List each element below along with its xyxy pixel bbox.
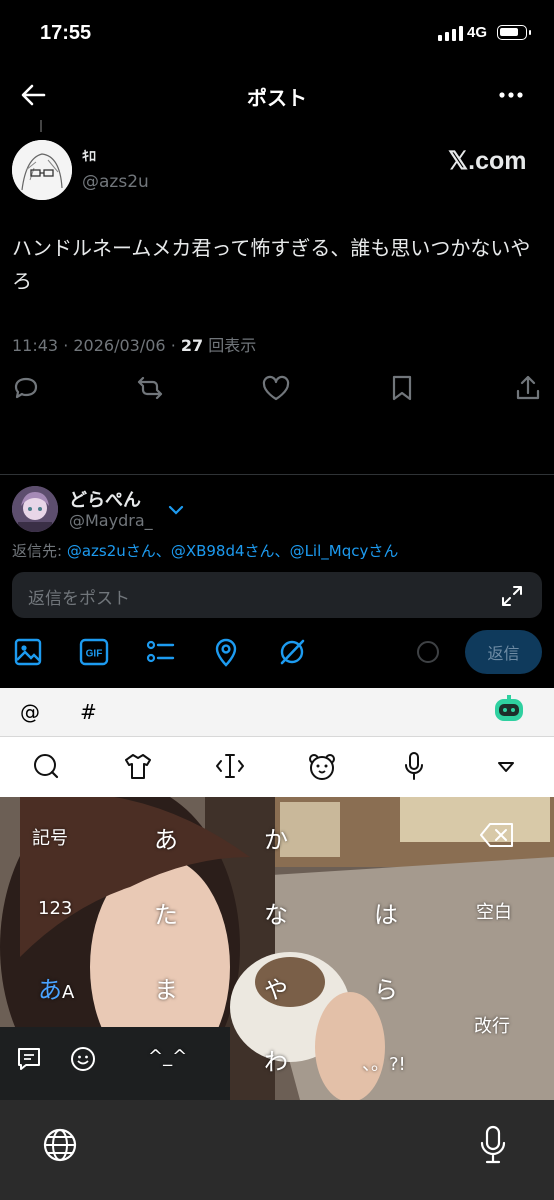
key-space[interactable]: 空白 <box>476 898 512 924</box>
key-at[interactable]: @ <box>20 700 40 724</box>
character-count-ring <box>417 641 439 663</box>
reply-user-name: どらぺん <box>69 490 141 511</box>
key-ha[interactable]: は <box>374 895 398 930</box>
like-icon[interactable] <box>260 372 292 404</box>
reply-to-line[interactable]: 返信先: @azs2uさん、@XB98d4さん、@Lil_Mqcyさん <box>12 540 398 561</box>
reply-icon[interactable] <box>10 372 42 404</box>
views-label: 回表示 <box>208 336 257 355</box>
key-a[interactable]: あ <box>154 820 178 855</box>
post-text: ハンドルネームメカ君って怖すぎる、誰も思いつかないやろ <box>12 236 531 293</box>
robot-icon[interactable] <box>492 695 526 725</box>
svg-text:GIF: GIF <box>86 649 103 660</box>
bookmark-icon[interactable] <box>386 372 418 404</box>
reply-to-suffix: さん <box>125 542 156 560</box>
meta-separator: · <box>170 336 181 355</box>
key-hash[interactable]: # <box>80 700 97 724</box>
key-enter[interactable]: 改行 <box>474 1012 510 1038</box>
battery-icon <box>497 25 527 40</box>
microphone-icon[interactable] <box>398 750 430 782</box>
key-ya[interactable]: や <box>264 970 288 1005</box>
page-title: ポスト <box>247 86 307 110</box>
reply-input[interactable]: 返信をポスト <box>28 584 130 609</box>
post-date: 2026/03/06 <box>73 336 166 355</box>
post-meta: 11:43 · 2026/03/06 · 27 回表示 <box>12 332 256 356</box>
thread-line <box>40 120 42 132</box>
backspace-icon[interactable] <box>480 822 514 848</box>
signal-icon <box>438 26 463 41</box>
reply-avatar[interactable] <box>12 486 58 532</box>
poll-icon[interactable] <box>144 636 176 668</box>
key-input-mode[interactable]: あA <box>38 970 74 1005</box>
battery-tip <box>529 30 531 35</box>
reply-to-suffix: さん <box>244 542 275 560</box>
mode-alpha: A <box>62 982 75 1003</box>
emoji-icon[interactable] <box>70 1046 96 1072</box>
brand-watermark: 𝕏.com <box>448 147 527 175</box>
image-icon[interactable] <box>12 636 44 668</box>
keyboard-bottom-bar <box>0 1100 554 1200</box>
key-na[interactable]: な <box>264 895 288 930</box>
chat-search-icon[interactable] <box>30 750 62 782</box>
key-ma[interactable]: ま <box>154 970 178 1005</box>
share-icon[interactable] <box>512 372 544 404</box>
author-name[interactable]: ｷﾛ <box>82 146 96 166</box>
reply-to-user[interactable]: @Lil_Mqcy <box>290 542 369 560</box>
location-icon[interactable] <box>210 636 242 668</box>
cursor-move-icon[interactable] <box>214 750 246 782</box>
grok-icon[interactable] <box>276 636 308 668</box>
author-handle[interactable]: @azs2u <box>82 172 149 192</box>
reply-to-user[interactable]: @azs2u <box>67 542 126 560</box>
key-symbols[interactable]: 記号 <box>32 824 68 850</box>
repost-icon[interactable] <box>134 372 166 404</box>
more-options-icon[interactable] <box>496 80 526 110</box>
post-time: 11:43 <box>12 336 59 355</box>
key-wa[interactable]: わ <box>264 1042 288 1077</box>
gif-icon[interactable]: GIF <box>78 636 110 668</box>
reply-to-label: 返信先: <box>12 542 63 560</box>
meta-separator: · <box>63 336 74 355</box>
network-label: 4G <box>467 24 488 41</box>
shirt-icon[interactable] <box>122 750 154 782</box>
reply-to-separator: 、 <box>274 542 290 560</box>
reply-to-separator: 、 <box>155 542 171 560</box>
author-avatar[interactable] <box>12 140 72 200</box>
key-numbers[interactable]: 123 <box>38 898 72 919</box>
reply-to-user[interactable]: @XB98d4 <box>171 542 245 560</box>
message-icon[interactable] <box>16 1046 42 1072</box>
expand-icon[interactable] <box>500 584 524 608</box>
reply-button[interactable]: 返信 <box>465 630 542 674</box>
divider <box>0 474 554 475</box>
dictation-microphone-icon[interactable] <box>478 1125 508 1165</box>
reply-to-suffix: さん <box>368 542 399 560</box>
key-ra[interactable]: ら <box>374 970 398 1005</box>
bear-sticker-icon[interactable] <box>306 750 338 782</box>
keyboard-toolbar <box>0 737 554 797</box>
key-ka[interactable]: か <box>264 820 288 855</box>
reply-user-handle: @Maydra_ <box>69 511 153 530</box>
mode-hiragana: あ <box>38 976 62 1004</box>
key-kaomoji[interactable]: ^_^ <box>148 1046 187 1067</box>
views-count[interactable]: 27 <box>181 336 203 355</box>
chevron-down-icon[interactable] <box>167 502 185 516</box>
collapse-keyboard-icon[interactable] <box>490 750 522 782</box>
key-punctuation[interactable]: 、。?! <box>362 1050 406 1076</box>
globe-icon[interactable] <box>42 1127 78 1163</box>
status-time: 17:55 <box>40 22 92 44</box>
key-ta[interactable]: た <box>154 895 178 930</box>
